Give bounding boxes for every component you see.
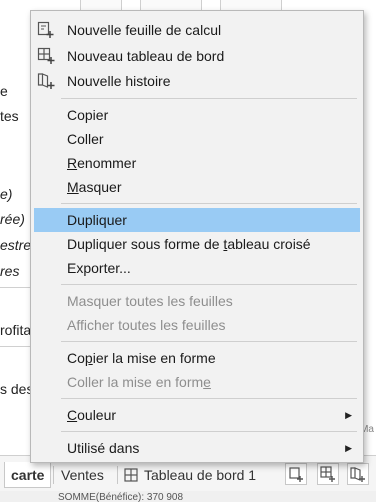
menu-item-label: Couleur bbox=[67, 403, 116, 427]
new-story-tab-button[interactable] bbox=[347, 463, 369, 485]
menu-item-label: Masquer toutes les feuilles bbox=[67, 293, 233, 309]
label-part: enommer bbox=[77, 155, 137, 171]
new-worksheet-icon bbox=[37, 21, 54, 38]
side-panel-text: estre bbox=[0, 237, 32, 253]
new-dashboard-icon bbox=[320, 466, 335, 482]
menu-separator bbox=[61, 284, 357, 285]
submenu-arrow-icon: ▶ bbox=[345, 443, 352, 453]
new-story-icon bbox=[37, 73, 55, 89]
menu-item-label: Nouvelle feuille de calcul bbox=[67, 22, 222, 38]
menu-item-copy-formatting[interactable]: Copier la mise en forme bbox=[34, 346, 360, 370]
tab-carte[interactable]: carte bbox=[4, 462, 52, 488]
access-key: R bbox=[67, 155, 78, 171]
menu-item-duplicate[interactable]: Dupliquer bbox=[34, 208, 360, 232]
menu-item-paste[interactable]: Coller bbox=[34, 127, 360, 151]
menu-item-label: Nouveau tableau de bord bbox=[67, 48, 225, 64]
new-worksheet-icon bbox=[289, 467, 303, 482]
menu-item-label: Exporter... bbox=[67, 260, 131, 276]
access-key: e bbox=[203, 374, 211, 390]
side-panel-text: s des bbox=[0, 381, 34, 397]
menu-item-hide-all-sheets: Masquer toutes les feuilles bbox=[34, 289, 360, 313]
menu-item-show-all-sheets: Afficher toutes les feuilles bbox=[34, 313, 360, 337]
menu-item-rename[interactable]: Renommer bbox=[34, 151, 360, 175]
menu-item-copy[interactable]: Copier bbox=[34, 103, 360, 127]
submenu-arrow-icon: ▶ bbox=[345, 410, 352, 420]
menu-separator bbox=[61, 203, 357, 204]
tab-dashboard-1[interactable]: Tableau de bord 1 bbox=[120, 462, 262, 488]
menu-item-label: Afficher toutes les feuilles bbox=[67, 317, 226, 333]
menu-item-paste-formatting: Coller la mise en forme bbox=[34, 370, 360, 394]
menu-separator bbox=[61, 431, 357, 432]
access-key: C bbox=[67, 407, 78, 423]
new-story-icon bbox=[350, 467, 365, 482]
dashboard-icon bbox=[124, 468, 138, 482]
menu-item-label: Renommer bbox=[67, 151, 136, 175]
menu-item-duplicate-as-crosstab[interactable]: Dupliquer sous forme de tableau croisé bbox=[34, 232, 360, 256]
menu-item-new-story[interactable]: Nouvelle histoire bbox=[34, 69, 360, 93]
status-bar: SOMME(Bénéfice): 370 908 bbox=[0, 491, 376, 502]
menu-item-label: Copier bbox=[67, 107, 109, 123]
menu-item-label: Dupliquer sous forme de tableau croisé bbox=[67, 232, 311, 256]
label-part: Coller la mise en form bbox=[67, 374, 204, 390]
menu-separator bbox=[61, 398, 357, 399]
menu-item-label: Nouvelle histoire bbox=[67, 73, 171, 89]
menu-separator bbox=[61, 341, 357, 342]
label-part: ableau croisé bbox=[227, 236, 311, 252]
new-worksheet-tab-button[interactable] bbox=[285, 463, 307, 485]
tab-label: Tableau de bord 1 bbox=[144, 467, 257, 483]
menu-item-label: Dupliquer bbox=[67, 212, 127, 228]
menu-item-new-worksheet[interactable]: Nouvelle feuille de calcul bbox=[34, 18, 360, 42]
label-part: ier la mise en forme bbox=[92, 350, 216, 366]
menu-item-export[interactable]: Exporter... bbox=[34, 256, 360, 280]
access-key: M bbox=[67, 179, 79, 195]
label-part: Dupliquer sous forme de bbox=[67, 236, 224, 252]
side-panel-text: rofita bbox=[0, 322, 32, 338]
new-dashboard-icon bbox=[37, 47, 55, 64]
side-panel-text: rée) bbox=[0, 211, 25, 227]
access-key: p bbox=[84, 350, 93, 366]
new-dashboard-tab-button[interactable] bbox=[317, 463, 339, 485]
tab-divider bbox=[117, 466, 118, 484]
menu-item-hide[interactable]: Masquer bbox=[34, 175, 360, 199]
menu-item-label: Coller bbox=[67, 131, 104, 147]
label-part: ouleur bbox=[77, 407, 117, 423]
tab-ventes[interactable]: Ventes bbox=[55, 462, 110, 488]
side-panel-text: e) bbox=[0, 186, 13, 202]
context-menu: Nouvelle feuille de calcul Nouveau table… bbox=[30, 10, 364, 463]
menu-item-used-in[interactable]: Utilisé dans ▶ bbox=[34, 436, 360, 460]
menu-item-label: Copier la mise en forme bbox=[67, 346, 216, 370]
menu-item-new-dashboard[interactable]: Nouveau tableau de bord bbox=[34, 44, 360, 68]
menu-item-label: Coller la mise en forme bbox=[67, 370, 211, 394]
tab-divider bbox=[53, 466, 54, 484]
menu-separator bbox=[61, 98, 357, 99]
menu-item-label: Masquer bbox=[67, 175, 121, 199]
side-panel-text: tes bbox=[0, 108, 19, 124]
menu-item-color[interactable]: Couleur ▶ bbox=[34, 403, 360, 427]
side-panel-text: res bbox=[0, 263, 20, 279]
menu-item-label: Utilisé dans bbox=[67, 440, 140, 456]
side-panel-text: e bbox=[0, 83, 8, 99]
status-text: SOMME(Bénéfice): 370 908 bbox=[58, 492, 184, 502]
label-part: asquer bbox=[78, 179, 122, 195]
label-part: Co bbox=[67, 350, 85, 366]
